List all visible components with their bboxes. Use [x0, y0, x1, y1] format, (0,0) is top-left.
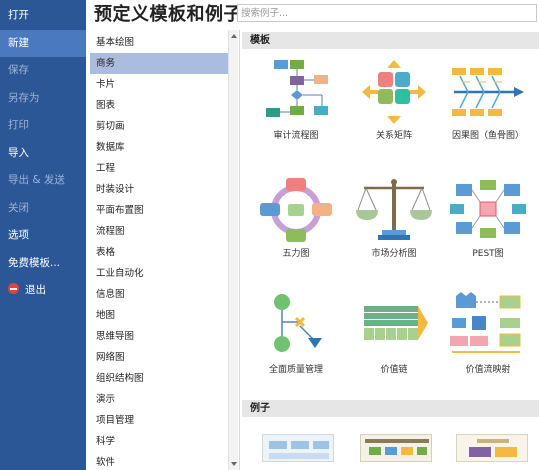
nav-import[interactable]: 导入: [0, 140, 86, 168]
fishbone-icon: [452, 68, 524, 116]
template-area: 模板 审计流程图 关系矩阵 因果图（鱼骨图） 五力图 市场分析图 PEST图 全…: [242, 30, 539, 470]
template-label: PEST图: [472, 249, 504, 259]
templates-section-header: 模板: [242, 32, 539, 49]
scroll-up-arrow-icon[interactable]: [231, 34, 237, 38]
category-item[interactable]: 剪切画: [90, 116, 228, 137]
template-label: 五力图: [282, 249, 310, 259]
category-item[interactable]: 网络图: [90, 347, 228, 368]
category-item[interactable]: 地图: [90, 305, 228, 326]
template-label: 全面质量管理: [268, 365, 323, 375]
category-item[interactable]: 数据库: [90, 137, 228, 158]
template-pest[interactable]: PEST图: [440, 176, 536, 286]
category-item[interactable]: 项目管理: [90, 410, 228, 431]
template-label: 价值流映射: [465, 365, 511, 375]
nav-new[interactable]: 新建: [0, 29, 86, 57]
template-relation-matrix[interactable]: 关系矩阵: [346, 58, 442, 168]
category-scrollbar[interactable]: [228, 30, 238, 470]
category-item-selected[interactable]: 商务: [90, 53, 228, 74]
search-input[interactable]: [237, 4, 537, 22]
category-item[interactable]: 平面布置图: [90, 200, 228, 221]
template-fishbone[interactable]: 因果图（鱼骨图）: [440, 58, 536, 168]
category-item[interactable]: 科学: [90, 431, 228, 452]
example-thumbnail[interactable]: [360, 434, 432, 462]
nav-save[interactable]: 保存: [0, 57, 86, 85]
nav-free-templates[interactable]: 免费模板...: [0, 250, 86, 278]
scroll-down-arrow-icon[interactable]: [231, 462, 237, 466]
value-stream-icon: [450, 292, 521, 353]
template-gallery-window: 打开 新建 保存 另存为 打印 导入 导出 & 发送 关闭 选项 免费模板...…: [0, 0, 539, 470]
template-tqm[interactable]: 全面质量管理: [248, 292, 344, 402]
category-panel: 基本绘图 商务 卡片 图表 剪切画 数据库 工程 时装设计 平面布置图 流程图 …: [90, 30, 240, 470]
category-item[interactable]: 组织结构图: [90, 368, 228, 389]
five-forces-icon: [260, 178, 332, 242]
value-chain-icon: [364, 306, 428, 340]
template-label: 价值链: [380, 365, 408, 375]
nav-close[interactable]: 关闭: [0, 195, 86, 223]
category-item[interactable]: 信息图: [90, 284, 228, 305]
tqm-icon: [274, 294, 322, 352]
nav-options[interactable]: 选项: [0, 222, 86, 250]
category-list: 基本绘图 商务 卡片 图表 剪切画 数据库 工程 时装设计 平面布置图 流程图 …: [90, 30, 228, 470]
category-item[interactable]: 图表: [90, 95, 228, 116]
nav-open[interactable]: 打开: [0, 2, 86, 30]
pest-icon: [450, 180, 526, 238]
example-thumbnail[interactable]: [262, 434, 334, 462]
nav-exit[interactable]: 退出: [0, 277, 86, 305]
exit-icon: [8, 283, 19, 294]
category-item[interactable]: 表格: [90, 242, 228, 263]
template-label: 市场分析图: [371, 249, 417, 259]
nav-print[interactable]: 打印: [0, 112, 86, 140]
page-title: 预定义模板和例子: [94, 4, 242, 25]
template-five-forces[interactable]: 五力图: [248, 176, 344, 286]
category-item[interactable]: 思维导图: [90, 326, 228, 347]
nav-export-send[interactable]: 导出 & 发送: [0, 167, 86, 195]
examples-section-header: 例子: [242, 400, 539, 417]
category-item[interactable]: 演示: [90, 389, 228, 410]
category-item[interactable]: 时装设计: [90, 179, 228, 200]
nav-save-as[interactable]: 另存为: [0, 85, 86, 113]
template-value-chain[interactable]: 价值链: [346, 292, 442, 402]
template-label: 审计流程图: [273, 131, 319, 141]
example-preview-icon: [469, 439, 517, 457]
balance-scale-icon: [356, 179, 432, 240]
template-label: 因果图（鱼骨图）: [451, 131, 524, 141]
example-thumbnail[interactable]: [456, 434, 528, 462]
category-item[interactable]: 基本绘图: [90, 32, 228, 53]
template-value-stream[interactable]: 价值流映射: [440, 292, 536, 402]
example-preview-icon: [365, 439, 429, 455]
category-item[interactable]: 工业自动化: [90, 263, 228, 284]
template-audit-flowchart[interactable]: 审计流程图: [248, 58, 344, 168]
category-item[interactable]: 流程图: [90, 221, 228, 242]
example-preview-icon: [269, 441, 329, 459]
audit-flowchart-icon: [266, 60, 328, 117]
template-label: 关系矩阵: [375, 131, 412, 141]
category-item[interactable]: 软件: [90, 452, 228, 470]
relation-matrix-icon: [362, 60, 426, 124]
category-item[interactable]: 卡片: [90, 74, 228, 95]
category-item[interactable]: 工程: [90, 158, 228, 179]
template-market-analysis[interactable]: 市场分析图: [346, 176, 442, 286]
nav-exit-label: 退出: [25, 284, 46, 296]
file-menu-sidebar: 打开 新建 保存 另存为 打印 导入 导出 & 发送 关闭 选项 免费模板...…: [0, 0, 86, 470]
